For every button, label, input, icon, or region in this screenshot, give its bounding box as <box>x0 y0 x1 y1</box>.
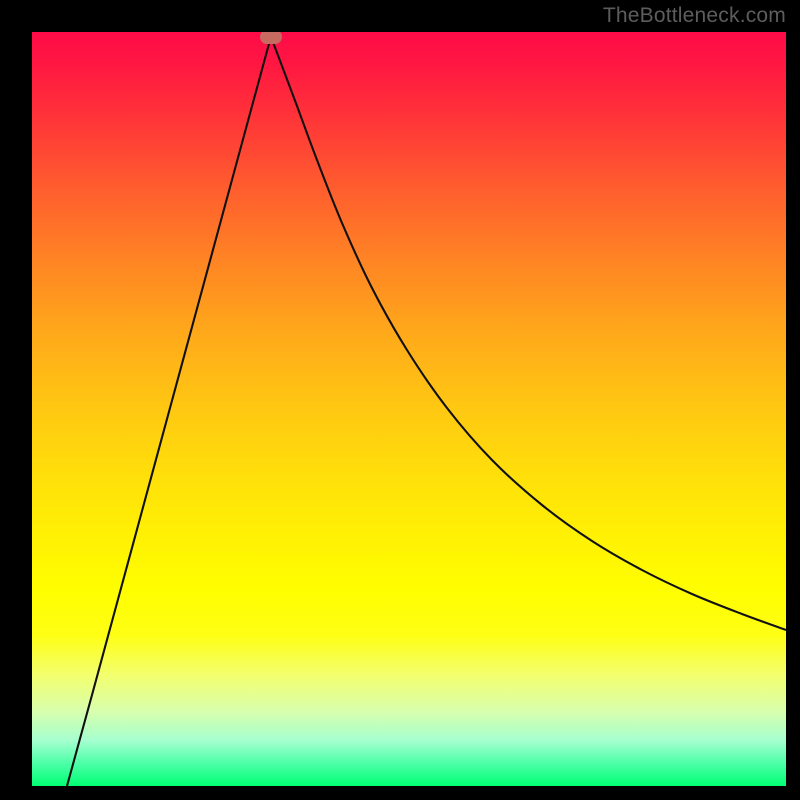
plot-gradient-area <box>32 32 786 786</box>
curve-svg <box>32 32 786 786</box>
watermark-text: TheBottleneck.com <box>603 4 786 28</box>
vertex-marker <box>260 32 282 44</box>
curve-left-branch <box>67 37 271 786</box>
curve-right-branch <box>271 37 786 630</box>
